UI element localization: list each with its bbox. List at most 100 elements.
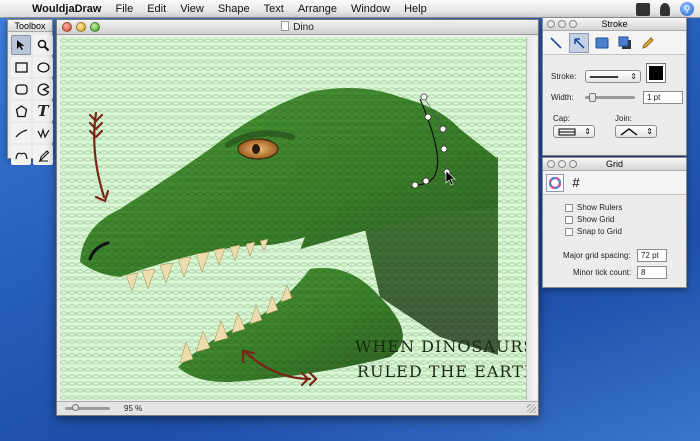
menu-shape[interactable]: Shape bbox=[218, 3, 250, 15]
dino-pupil bbox=[252, 144, 260, 154]
width-slider[interactable] bbox=[585, 93, 635, 102]
vertical-scrollbar[interactable] bbox=[526, 37, 537, 400]
stroke-minimize-button[interactable] bbox=[558, 20, 566, 28]
menu-window[interactable]: Window bbox=[351, 3, 390, 15]
grid-palette-title: Grid bbox=[605, 159, 623, 169]
menu-edit[interactable]: Edit bbox=[147, 3, 166, 15]
cap-popup[interactable]: ⇕ bbox=[553, 125, 595, 138]
show-grid-checkbox[interactable]: Show Grid bbox=[565, 215, 614, 224]
snap-to-grid-label: Snap to Grid bbox=[577, 227, 622, 236]
menu-extras: ⚲ bbox=[636, 2, 694, 16]
color-wheel-icon[interactable] bbox=[546, 173, 564, 192]
stroke-zoom-button[interactable] bbox=[569, 20, 577, 28]
popup-arrows-icon: ⇕ bbox=[630, 72, 637, 81]
menu-help[interactable]: Help bbox=[404, 3, 427, 15]
miter-join-icon bbox=[620, 127, 638, 136]
toolbox-title: Toolbox bbox=[8, 20, 52, 32]
menu-bar: WouldjaDraw File Edit View Shape Text Ar… bbox=[0, 0, 700, 18]
show-rulers-checkbox[interactable]: Show Rulers bbox=[565, 203, 622, 212]
zoom-slider-knob[interactable] bbox=[72, 404, 79, 411]
major-spacing-field[interactable]: 72 pt bbox=[637, 249, 667, 262]
rounded-rect-tool-icon[interactable] bbox=[11, 79, 31, 99]
stroke-style-popup[interactable]: ⇕ bbox=[585, 70, 641, 83]
stroke-close-button[interactable] bbox=[547, 20, 555, 28]
document-title: Dino bbox=[57, 21, 538, 33]
snap-to-grid-checkbox[interactable]: Snap to Grid bbox=[565, 227, 622, 236]
app-menu[interactable]: WouldjaDraw bbox=[32, 3, 101, 15]
toolbox-palette: Toolbox T bbox=[7, 19, 53, 165]
checkbox-icon[interactable] bbox=[565, 203, 573, 212]
dino-illustration: WHEN DINOSAURS RULED THE EARTH! bbox=[60, 37, 526, 400]
cap-label: Cap: bbox=[553, 114, 570, 123]
rectangle-tool-icon[interactable] bbox=[11, 57, 31, 77]
cap-label-row: Cap: bbox=[553, 114, 570, 123]
stroke-color-well[interactable] bbox=[646, 63, 666, 83]
grid-close-button[interactable] bbox=[547, 160, 555, 168]
grid-settings-icon[interactable]: # bbox=[567, 174, 585, 192]
stroke-palette: Stroke Stroke: ⇕ Width: 1 pt Cap: Join: … bbox=[542, 17, 687, 156]
join-label: Join: bbox=[615, 114, 632, 123]
stroke-palette-controls bbox=[547, 20, 577, 28]
minor-tick-label: Minor tick count: bbox=[573, 268, 632, 277]
bezier-tool-icon[interactable] bbox=[11, 145, 31, 165]
grid-palette: Grid # Show Rulers Show Grid Snap to Gri… bbox=[542, 157, 687, 288]
fill-style-icon[interactable] bbox=[592, 33, 612, 53]
pencil-style-icon[interactable] bbox=[638, 33, 658, 53]
freehand-tool-icon[interactable] bbox=[33, 123, 53, 143]
grid-minimize-button[interactable] bbox=[558, 160, 566, 168]
drawing-canvas[interactable]: WHEN DINOSAURS RULED THE EARTH! bbox=[60, 37, 526, 400]
line-style-icon[interactable] bbox=[546, 33, 566, 53]
shadow-style-icon[interactable] bbox=[615, 33, 635, 53]
spotlight-icon[interactable]: ⚲ bbox=[680, 2, 694, 16]
grid-palette-titlebar[interactable]: Grid bbox=[543, 158, 686, 171]
stroke-label: Stroke: bbox=[551, 72, 577, 81]
width-label: Width: bbox=[551, 93, 574, 102]
monitor-icon[interactable] bbox=[636, 2, 650, 16]
join-popup[interactable]: ⇕ bbox=[615, 125, 657, 138]
stroke-palette-title: Stroke bbox=[601, 19, 628, 29]
menu-text[interactable]: Text bbox=[264, 3, 284, 15]
pen-tool-icon[interactable] bbox=[33, 145, 53, 165]
show-grid-label: Show Grid bbox=[577, 215, 615, 224]
caption-line-1: WHEN DINOSAURS bbox=[355, 337, 526, 356]
status-bar: 95 % bbox=[57, 401, 538, 415]
document-icon bbox=[281, 21, 290, 31]
checkbox-icon[interactable] bbox=[565, 227, 573, 236]
show-rulers-label: Show Rulers bbox=[577, 203, 623, 212]
grid-zoom-button[interactable] bbox=[569, 160, 577, 168]
menu-view[interactable]: View bbox=[180, 3, 204, 15]
resize-grip-icon[interactable] bbox=[527, 404, 536, 413]
polygon-tool-icon[interactable] bbox=[11, 101, 31, 121]
width-field[interactable]: 1 pt bbox=[643, 91, 683, 104]
stroke-icon-bar bbox=[543, 31, 686, 55]
menu-file[interactable]: File bbox=[115, 3, 133, 15]
join-label-row: Join: bbox=[615, 114, 632, 123]
zoom-slider[interactable] bbox=[65, 404, 110, 411]
user-icon[interactable] bbox=[660, 2, 670, 16]
stroke-row: Stroke: ⇕ bbox=[551, 70, 641, 83]
major-spacing-row: Major grid spacing: 72 pt bbox=[563, 249, 667, 262]
toolbox-grid: T bbox=[8, 32, 53, 168]
menu-arrange[interactable]: Arrange bbox=[298, 3, 337, 15]
minor-tick-field[interactable]: 8 bbox=[637, 266, 667, 279]
stroke-palette-titlebar[interactable]: Stroke bbox=[543, 18, 686, 31]
line-tool-icon[interactable] bbox=[11, 123, 31, 143]
caption-line-2: RULED THE EARTH! bbox=[357, 362, 526, 381]
text-tool-icon[interactable]: T bbox=[33, 101, 53, 121]
stroke-style-preview-icon bbox=[590, 75, 618, 78]
arrow-style-icon[interactable] bbox=[569, 32, 589, 53]
arrow-tool-icon[interactable] bbox=[11, 35, 31, 55]
width-slider-knob[interactable] bbox=[589, 93, 596, 102]
stroke-color-swatch bbox=[649, 66, 663, 80]
minor-tick-row: Minor tick count: 8 bbox=[573, 266, 667, 279]
zoom-tool-icon[interactable] bbox=[33, 35, 53, 55]
popup-arrows-icon: ⇕ bbox=[584, 127, 591, 136]
pie-tool-icon[interactable] bbox=[33, 79, 53, 99]
width-row: Width: 1 pt bbox=[551, 91, 683, 104]
document-title-text: Dino bbox=[293, 22, 314, 33]
grid-palette-controls bbox=[547, 160, 577, 168]
oval-tool-icon[interactable] bbox=[33, 57, 53, 77]
document-titlebar[interactable]: Dino bbox=[57, 20, 538, 35]
grid-icon-bar: # bbox=[543, 171, 686, 195]
checkbox-icon[interactable] bbox=[565, 215, 573, 224]
